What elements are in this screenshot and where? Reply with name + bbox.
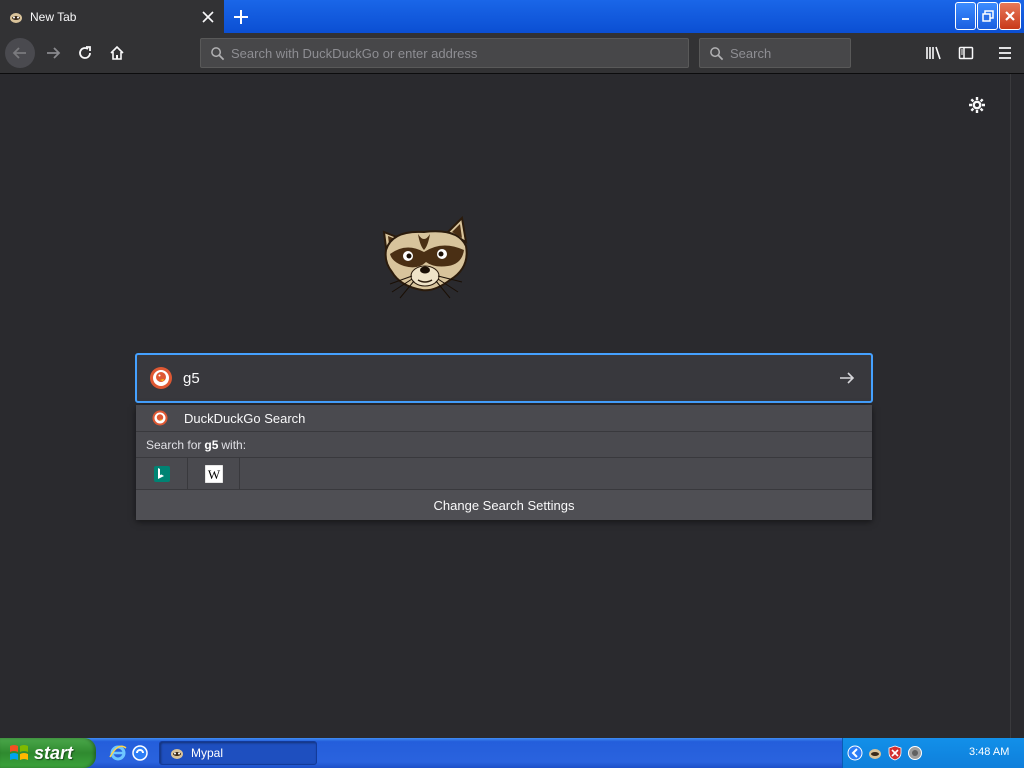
- one-off-engines-row: W: [136, 457, 872, 490]
- navigation-toolbar: Search with DuckDuckGo or enter address …: [0, 33, 1024, 74]
- search-input-value: g5: [183, 369, 200, 387]
- windows-logo-icon: [10, 745, 28, 760]
- mypal-raccoon-logo: [378, 210, 472, 300]
- close-icon: [1005, 11, 1015, 21]
- bing-search-button[interactable]: [136, 457, 188, 490]
- security-shield-icon[interactable]: [887, 745, 903, 761]
- arrow-right-icon: [840, 372, 855, 384]
- vertical-scrollbar[interactable]: [1010, 74, 1024, 738]
- change-search-settings-button[interactable]: Change Search Settings: [136, 489, 872, 520]
- system-tray: 3:48 AM: [842, 738, 1024, 768]
- home-icon: [110, 45, 124, 60]
- reload-icon: [79, 46, 91, 59]
- mypal-icon: [171, 749, 183, 759]
- search-for-prefix: Search for: [146, 437, 202, 452]
- gear-icon: [969, 97, 985, 113]
- search-go-button[interactable]: [829, 360, 865, 396]
- mypal-favicon-icon: [8, 9, 24, 25]
- search-icon: [209, 45, 225, 61]
- new-tab-search-input[interactable]: g5: [135, 353, 873, 403]
- sidebar-button[interactable]: [951, 38, 981, 68]
- restore-button[interactable]: [977, 2, 998, 30]
- volume-icon[interactable]: [907, 745, 923, 761]
- back-arrow-icon: [12, 47, 26, 59]
- home-button[interactable]: [102, 38, 132, 68]
- address-bar[interactable]: Search with DuckDuckGo or enter address: [200, 38, 689, 68]
- minimize-icon: [961, 18, 969, 20]
- taskbar: start Mypal ? 3:48 AM: [0, 738, 1024, 768]
- tab-title: New Tab: [30, 9, 77, 24]
- show-desktop-icon[interactable]: [130, 743, 150, 763]
- search-for-term: g5: [204, 437, 219, 452]
- forward-button[interactable]: [38, 38, 68, 68]
- mypal-tray-icon[interactable]: [867, 745, 883, 761]
- close-tab-icon[interactable]: [198, 7, 218, 27]
- search-for-header: Search for g5 with:: [136, 431, 872, 457]
- search-bar-placeholder: Search: [730, 45, 772, 61]
- duckduckgo-icon: [152, 410, 168, 426]
- wikipedia-icon: W: [204, 464, 223, 483]
- minimize-button[interactable]: [955, 2, 976, 30]
- tray-expand-icon[interactable]: [847, 745, 863, 761]
- plus-icon: [234, 10, 248, 24]
- search-suggestions-dropdown: DuckDuckGo Search Search for g5 with: W …: [136, 405, 872, 520]
- taskbar-item-mypal[interactable]: Mypal: [159, 741, 317, 765]
- system-clock: 3:48 AM: [969, 746, 1010, 758]
- tab-new-tab[interactable]: New Tab: [0, 0, 224, 33]
- reload-button[interactable]: [70, 38, 100, 68]
- library-button[interactable]: [919, 38, 949, 68]
- library-icon: [926, 46, 941, 60]
- bing-icon: [153, 465, 170, 482]
- forward-arrow-icon: [47, 47, 61, 59]
- page-settings-button[interactable]: [966, 94, 988, 116]
- start-label: start: [34, 742, 74, 763]
- duckduckgo-icon: [150, 367, 172, 389]
- menu-button[interactable]: [990, 38, 1020, 68]
- taskbar-item-label: Mypal: [191, 746, 224, 760]
- title-bar: New Tab: [0, 0, 1024, 33]
- search-for-suffix: with:: [221, 437, 247, 452]
- svg-text:W: W: [207, 467, 220, 482]
- back-button[interactable]: [5, 38, 35, 68]
- hamburger-menu-icon: [999, 47, 1011, 59]
- restore-icon: [981, 10, 994, 22]
- internet-explorer-icon[interactable]: [108, 743, 128, 763]
- close-window-button[interactable]: [999, 2, 1021, 30]
- new-tab-button[interactable]: [228, 4, 254, 30]
- start-button[interactable]: start: [0, 738, 96, 768]
- wikipedia-search-button[interactable]: W: [188, 457, 240, 490]
- duckduckgo-search-label: DuckDuckGo Search: [184, 410, 306, 426]
- duckduckgo-search-option[interactable]: DuckDuckGo Search: [136, 405, 872, 431]
- search-icon: [708, 45, 724, 61]
- search-bar[interactable]: Search: [699, 38, 851, 68]
- sidebar-icon: [958, 46, 974, 60]
- address-bar-placeholder: Search with DuckDuckGo or enter address: [231, 45, 478, 61]
